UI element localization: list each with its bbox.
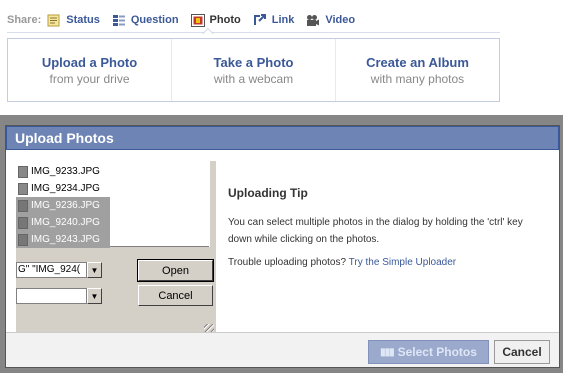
file-type-select[interactable] [16, 288, 87, 304]
question-icon [112, 14, 126, 27]
link-icon [253, 13, 267, 27]
file-item[interactable]: IMG_9234.JPG [16, 180, 108, 197]
upload-photos-dialog: Upload Photos IMG_9233.JPG IMG_9234.JPG … [5, 125, 560, 368]
file-item-selected[interactable]: IMG_9243.JPG [16, 231, 110, 248]
status-icon [47, 14, 61, 27]
take-photo-option[interactable]: Take a Photo with a webcam [172, 39, 336, 101]
file-chooser-applet: IMG_9233.JPG IMG_9234.JPG IMG_9236.JPG I… [16, 161, 216, 336]
dialog-footer: ▮▮▮ Select Photos Cancel [6, 332, 559, 367]
dialog-body: IMG_9233.JPG IMG_9234.JPG IMG_9236.JPG I… [6, 150, 559, 336]
share-video-tab[interactable]: Video [306, 14, 355, 27]
share-photo-label: Photo [209, 14, 241, 26]
tip-text: You can select multiple photos in the di… [228, 217, 523, 245]
filename-dropdown-button[interactable]: ▼ [87, 262, 102, 278]
file-name: IMG_9234.JPG [31, 183, 100, 194]
active-tab-pointer [202, 28, 214, 34]
file-item-selected[interactable]: IMG_9240.JPG [16, 214, 110, 231]
take-photo-subtitle: with a webcam [213, 71, 294, 86]
dialog-title: Upload Photos [6, 126, 559, 150]
uploading-tip: Uploading Tip You can select multiple ph… [228, 186, 548, 268]
create-album-option[interactable]: Create an Album with many photos [336, 39, 499, 101]
chevron-down-icon: ▼ [90, 291, 99, 301]
chevron-down-icon: ▼ [90, 265, 99, 275]
file-icon [18, 233, 28, 246]
simple-uploader-link[interactable]: Try the Simple Uploader [349, 257, 456, 268]
filename-input[interactable]: G" "IMG_924( [16, 262, 87, 278]
upload-icon: ▮▮▮ [380, 346, 394, 358]
trouble-line: Trouble uploading photos? Try the Simple… [228, 257, 548, 268]
share-question-tab[interactable]: Question [112, 14, 179, 27]
photo-options-panel: Upload a Photo from your drive Take a Ph… [7, 38, 500, 102]
file-type-dropdown-button[interactable]: ▼ [87, 288, 102, 304]
open-button[interactable]: Open [137, 259, 214, 282]
share-question-label: Question [130, 14, 179, 26]
share-status-tab[interactable]: Status [47, 14, 100, 27]
upload-photo-option[interactable]: Upload a Photo from your drive [8, 39, 172, 101]
take-photo-title: Take a Photo [213, 54, 294, 70]
dialog-overlay: Upload Photos IMG_9233.JPG IMG_9234.JPG … [0, 115, 563, 373]
file-list[interactable]: IMG_9233.JPG IMG_9234.JPG IMG_9236.JPG I… [16, 161, 209, 248]
create-album-subtitle: with many photos [370, 71, 465, 86]
file-icon [18, 216, 28, 229]
applet-cancel-button[interactable]: Cancel [138, 285, 213, 306]
tip-title: Uploading Tip [228, 186, 308, 200]
share-video-label: Video [325, 14, 356, 26]
trouble-text: Trouble uploading photos? [228, 257, 347, 268]
select-photos-button[interactable]: ▮▮▮ Select Photos [368, 340, 489, 364]
file-name: IMG_9240.JPG [31, 217, 100, 228]
file-name: IMG_9236.JPG [31, 200, 100, 211]
cancel-button[interactable]: Cancel [494, 340, 550, 364]
file-item-selected[interactable]: IMG_9236.JPG [16, 197, 110, 214]
share-link-label: Link [271, 14, 295, 26]
upload-photo-subtitle: from your drive [49, 71, 130, 86]
upload-photo-title: Upload a Photo [41, 54, 138, 70]
file-icon [18, 182, 28, 195]
share-photo-tab[interactable]: Photo [190, 13, 241, 27]
file-icon [18, 165, 28, 178]
create-album-title: Create an Album [366, 54, 469, 70]
file-item[interactable]: IMG_9233.JPG [16, 163, 108, 180]
share-status-label: Status [66, 14, 100, 26]
photo-icon [190, 13, 205, 27]
video-icon [306, 14, 320, 27]
file-name: IMG_9233.JPG [31, 166, 100, 177]
select-photos-label: Select Photos [397, 345, 477, 359]
share-bar: Share: Status Question Photo Link Video [7, 8, 500, 33]
share-link-tab[interactable]: Link [253, 13, 295, 27]
file-icon [18, 199, 28, 212]
file-list-scrollbar[interactable] [209, 161, 216, 247]
file-name: IMG_9243.JPG [31, 234, 100, 245]
share-label: Share: [7, 14, 42, 26]
